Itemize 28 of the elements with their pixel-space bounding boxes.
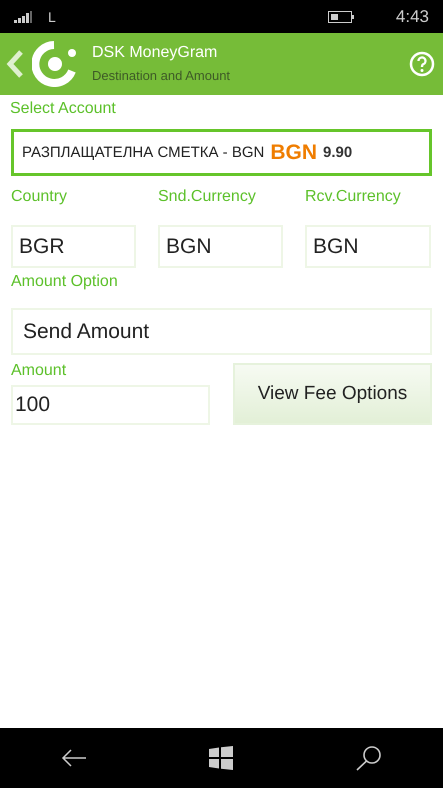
windows-icon (209, 746, 234, 770)
field-label: Rcv.Currency (305, 187, 402, 207)
back-icon (6, 49, 24, 79)
back-arrow-icon (61, 749, 88, 767)
input-field[interactable]: BGN (305, 225, 431, 268)
input-field[interactable]: BGR (11, 225, 136, 268)
field-label: Country (11, 187, 68, 207)
clock-time: 4:43 (396, 6, 429, 26)
field-label: Amount (11, 361, 68, 381)
network-type: L (48, 8, 56, 24)
account-balance: 9.90 (323, 144, 352, 161)
field-label: Snd.Currency (158, 187, 257, 207)
search-icon (356, 745, 382, 771)
input-field[interactable]: 100 (11, 385, 210, 425)
app-title: DSK MoneyGram (92, 43, 218, 63)
field-label: Select Account (10, 99, 117, 119)
account-name: РАЗПЛАЩАТЕЛНА СМЕТКА - BGN (22, 144, 264, 161)
view-fee-options-button[interactable]: View Fee Options (233, 363, 432, 425)
battery-icon (328, 10, 354, 22)
account-selector[interactable]: РАЗПЛАЩАТЕЛНА СМЕТКА - BGN BGN 9.90 (11, 129, 432, 176)
help-icon (409, 51, 435, 77)
input-field[interactable]: BGN (158, 225, 283, 268)
page-subtitle: Destination and Amount (92, 67, 232, 85)
signal-icon (14, 10, 32, 22)
logo-icon (32, 41, 76, 87)
dropdown-field[interactable]: Send Amount (11, 308, 432, 355)
field-label: Amount Option (11, 272, 119, 292)
balance-currency: BGN (270, 140, 318, 164)
